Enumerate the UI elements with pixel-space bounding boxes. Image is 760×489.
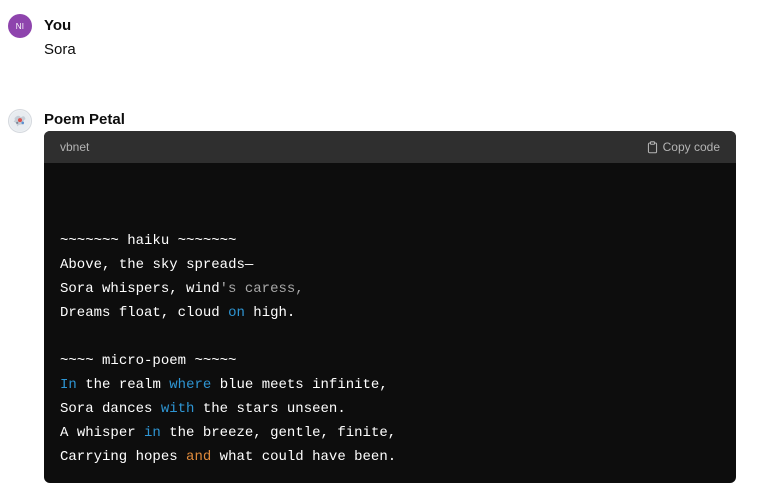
user-author-name: You (44, 17, 72, 34)
user-message: NI You Sora (0, 0, 760, 80)
bot-avatar (8, 109, 32, 133)
code-line: A whisper in the breeze, gentle, finite, (60, 425, 397, 441)
code-line: Above, the sky spreads— (60, 257, 254, 273)
code-line: Sora whispers, wind's caress, (60, 281, 304, 297)
code-line: Dreams float, cloud on high. (60, 305, 296, 321)
code-language-label: vbnet (60, 140, 90, 154)
code-line: Carrying hopes and what could have been. (60, 449, 397, 465)
copy-code-button[interactable]: Copy code (646, 140, 720, 154)
code-header: vbnet Copy code (44, 131, 736, 163)
code-line: Sora dances with the stars unseen. (60, 401, 346, 417)
user-avatar: NI (8, 14, 32, 38)
code-content: ~~~~~~~ haiku ~~~~~~~ Above, the sky spre… (44, 163, 736, 469)
copy-code-label: Copy code (662, 140, 720, 154)
code-block: vbnet Copy code ~~~~~~~ haiku ~~~~~~~ Abo… (44, 131, 736, 483)
clipboard-icon (647, 140, 657, 153)
code-line: ~~~~ micro-poem ~~~~~ (60, 353, 237, 369)
bot-author-name: Poem Petal (44, 111, 125, 128)
user-message-text: Sora (44, 41, 76, 58)
flower-avatar-icon (9, 110, 31, 132)
code-line: In the realm where blue meets infinite, (60, 377, 388, 393)
code-line: ~~~~~~~ haiku ~~~~~~~ (60, 233, 237, 249)
